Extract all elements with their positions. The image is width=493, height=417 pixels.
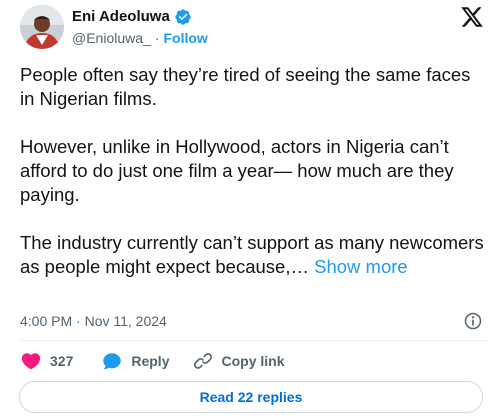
avatar[interactable] (20, 5, 64, 49)
author-handle[interactable]: @Enioluwa_ (72, 30, 151, 46)
tweet-paragraph: However, unlike in Hollywood, actors in … (20, 136, 454, 205)
author-name-row: Eni Adeoluwa (72, 7, 192, 26)
link-icon (193, 351, 213, 371)
copy-link-label: Copy link (221, 353, 285, 369)
heart-icon (20, 350, 42, 372)
author-handle-row: @Enioluwa_ · Follow (72, 29, 208, 47)
reply-button[interactable]: Reply (101, 350, 169, 372)
like-count: 327 (50, 353, 74, 369)
verified-badge-icon (174, 8, 192, 26)
handle-separator: · (154, 30, 160, 46)
tweet-timestamp[interactable]: 4:00 PM · Nov 11, 2024 (20, 311, 167, 331)
tweet-text: People often say they’re tired of seeing… (20, 63, 488, 279)
read-replies-button[interactable]: Read 22 replies (19, 381, 483, 413)
info-icon[interactable] (463, 311, 483, 331)
x-logo-icon[interactable] (460, 5, 484, 29)
tweet-paragraph: People often say they’re tired of seeing… (20, 64, 471, 109)
reply-bubble-icon (101, 350, 123, 372)
show-more-link[interactable]: Show more (314, 256, 408, 277)
author-display-name[interactable]: Eni Adeoluwa (72, 7, 170, 26)
follow-link[interactable]: Follow (163, 30, 207, 46)
reply-label: Reply (131, 353, 170, 369)
tweet-card: Eni Adeoluwa @Enioluwa_ · Follow People of… (0, 0, 493, 417)
like-button[interactable]: 327 (20, 350, 73, 372)
tweet-paragraph-text: The industry currently can’t support as … (20, 232, 484, 277)
divider (20, 340, 487, 341)
copy-link-button[interactable]: Copy link (193, 351, 285, 371)
tweet-paragraph-last: The industry currently can’t support as … (20, 231, 488, 279)
tweet-actions: 327 Reply Copy link (20, 350, 285, 372)
